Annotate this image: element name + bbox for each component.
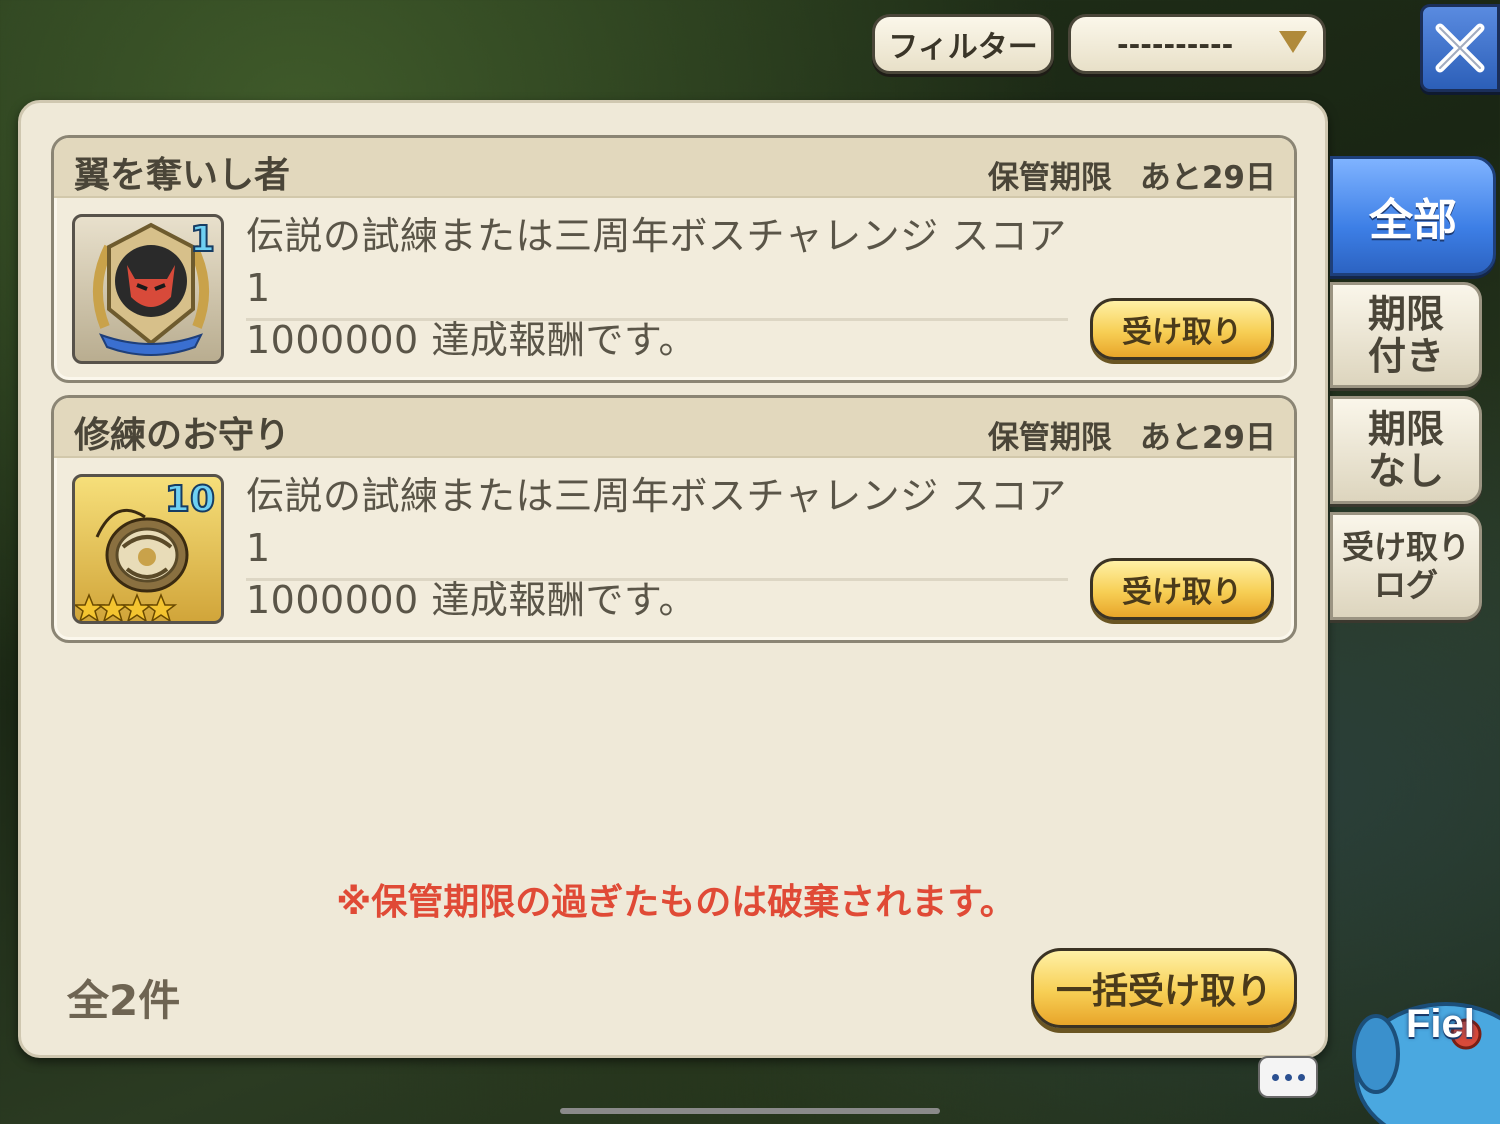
total-count: 全2件	[67, 976, 181, 1025]
item-description-line: 1000000 達成報酬です。	[246, 318, 698, 362]
amulet-icon: 10	[72, 474, 224, 624]
home-indicator[interactable]	[560, 1108, 940, 1114]
card-header: 修練のお守り 保管期限 あと29日	[54, 398, 1294, 458]
chat-dot	[1297, 1073, 1305, 1081]
filter-dropdown[interactable]: ----------	[1068, 14, 1326, 74]
filter-dropdown-value: ----------	[1117, 27, 1234, 61]
list-item: 修練のお守り 保管期限 あと29日 10 伝説の試練または三周年ボスチャレンジ …	[51, 395, 1297, 643]
bulk-claim-button[interactable]: 一括受け取り	[1031, 948, 1297, 1028]
expiry-label: 保管期限	[987, 160, 1112, 196]
close-button[interactable]	[1420, 4, 1500, 92]
expiry-info: 保管期限 あと29日	[988, 412, 1276, 457]
item-quantity: 1	[189, 218, 216, 261]
item-description: 伝説の試練または三周年ボスチャレンジ スコア 1 1000000 達成報酬です。	[246, 470, 1106, 626]
chat-dot	[1284, 1073, 1292, 1081]
chevron-down-icon	[1279, 31, 1307, 53]
tab-no-expiry[interactable]: 期限 なし	[1330, 396, 1482, 504]
divider	[246, 578, 1068, 581]
filter-button[interactable]: フィルター	[872, 14, 1054, 74]
expiry-label: 保管期限	[987, 420, 1112, 456]
item-description: 伝説の試練または三周年ボスチャレンジ スコア 1 1000000 達成報酬です。	[246, 210, 1106, 366]
card-header: 翼を奪いし者 保管期限 あと29日	[54, 138, 1294, 198]
item-quantity: 10	[164, 478, 216, 521]
item-title: 翼を奪いし者	[74, 155, 291, 196]
tab-with-expiry[interactable]: 期限 付き	[1330, 282, 1482, 388]
item-description-line: 伝説の試練または三周年ボスチャレンジ スコア 1	[246, 214, 1106, 310]
item-description-line: 1000000 達成報酬です。	[246, 578, 698, 622]
item-title: 修練のお守り	[74, 415, 291, 456]
item-description-line: 伝説の試練または三周年ボスチャレンジ スコア 1	[246, 474, 1106, 570]
expiry-warning: ※保管期限の過ぎたものは破棄されます。	[336, 882, 1016, 923]
tab-all[interactable]: 全部	[1330, 156, 1496, 276]
divider	[246, 318, 1068, 321]
demon-emblem-icon: 1	[72, 214, 224, 364]
claim-button[interactable]: 受け取り	[1090, 298, 1274, 360]
close-icon	[1435, 23, 1485, 73]
tab-claim-log[interactable]: 受け取り ログ	[1330, 512, 1482, 620]
chat-button[interactable]	[1258, 1056, 1318, 1098]
expiry-value: あと29日	[1139, 420, 1276, 456]
list-item: 翼を奪いし者 保管期限 あと29日 1 伝説の試練または三周年ボスチャレンジ ス…	[51, 135, 1297, 383]
field-label: Fiel	[1406, 1002, 1475, 1046]
expiry-value: あと29日	[1139, 160, 1276, 196]
gift-box-panel: 翼を奪いし者 保管期限 あと29日 1 伝説の試練または三周年ボスチャレンジ ス…	[18, 100, 1328, 1058]
chat-dot	[1271, 1073, 1279, 1081]
claim-button[interactable]: 受け取り	[1090, 558, 1274, 620]
field-map-button[interactable]: Fiel	[1346, 984, 1500, 1124]
expiry-info: 保管期限 あと29日	[988, 152, 1276, 197]
